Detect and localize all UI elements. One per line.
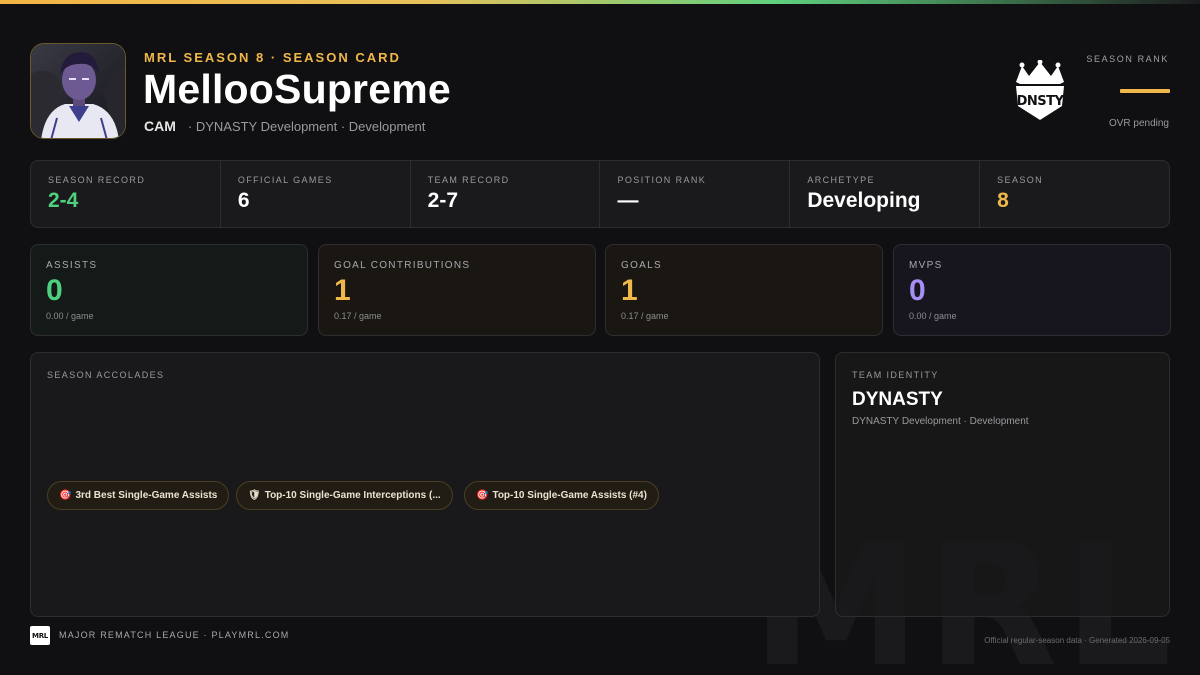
info-label: TEAM RECORD — [427, 175, 510, 185]
target-icon: 🎯 — [59, 490, 72, 501]
info-label: ARCHETYPE — [807, 175, 875, 185]
info-value: 2-4 — [48, 189, 79, 212]
team-name: DYNASTY — [852, 389, 943, 410]
stat-rate: 0.17 / game — [621, 311, 669, 321]
stat-value: 1 — [334, 274, 351, 307]
shield-icon: 🛡 — [248, 490, 261, 501]
accolade-text: Top-10 Single-Game Interceptions (... — [264, 490, 441, 501]
info-season: SEASON 8 — [980, 161, 1169, 227]
player-avatar — [30, 43, 126, 139]
info-team-record: TEAM RECORD 2-7 — [411, 161, 601, 227]
season-rank-note: OVR pending — [1108, 118, 1169, 129]
stat-rate: 0.00 / game — [909, 311, 957, 321]
stat-card-assists: ASSISTS 0 0.00 / game — [30, 244, 308, 336]
info-label: POSITION RANK — [617, 175, 707, 185]
stat-rate: 0.00 / game — [46, 311, 94, 321]
season-card-eyebrow: MRL SEASON 8 · SEASON CARD — [144, 50, 401, 65]
stat-card-goal-contributions: GOAL CONTRIBUTIONS 1 0.17 / game — [318, 244, 596, 336]
accolade-chip: 🛡 Top-10 Single-Game Interceptions (... — [236, 481, 453, 510]
team-identity-label: TEAM IDENTITY — [852, 370, 939, 380]
player-name: MellooSupreme — [143, 66, 451, 112]
player-team-line: · DYNASTY Development · Development — [187, 119, 426, 134]
stat-card-mvps: MVPS 0 0.00 / game — [893, 244, 1171, 336]
stat-rate: 0.17 / game — [334, 311, 382, 321]
accolade-text: 3rd Best Single-Game Assists — [75, 490, 218, 501]
info-value: Developing — [807, 189, 921, 212]
info-value: 6 — [237, 189, 250, 212]
season-rank-placeholder — [1120, 89, 1170, 93]
accent-bar — [0, 0, 1200, 4]
accolades-label: SEASON ACCOLADES — [47, 370, 165, 380]
info-label: OFFICIAL GAMES — [237, 175, 333, 185]
stat-label: GOALS — [621, 260, 662, 271]
info-value: 8 — [997, 189, 1009, 212]
mrl-logo: MRL — [30, 626, 50, 645]
dynasty-crown-logo: DNSTY — [1012, 59, 1068, 122]
team-logo-text: DNSTY — [1017, 94, 1065, 109]
footer-data-note: Official regular-season data · Generated… — [984, 636, 1170, 645]
info-archetype: ARCHETYPE Developing — [790, 161, 981, 227]
stat-card-goals: GOALS 1 0.17 / game — [605, 244, 883, 336]
season-info-strip: SEASON RECORD 2-4 OFFICIAL GAMES 6 TEAM … — [30, 160, 1170, 228]
stat-value: 0 — [909, 274, 926, 307]
accolade-chip: 🎯 Top-10 Single-Game Assists (#4) — [464, 481, 659, 510]
info-season-record: SEASON RECORD 2-4 — [31, 161, 221, 227]
accolade-chip: 🎯 3rd Best Single-Game Assists — [47, 481, 230, 510]
info-official-games: OFFICIAL GAMES 6 — [221, 161, 411, 227]
info-label: SEASON RECORD — [48, 175, 146, 185]
player-position: CAM — [144, 118, 176, 134]
stat-value: 0 — [46, 274, 63, 307]
target-icon: 🎯 — [476, 490, 489, 501]
stat-value: 1 — [621, 274, 638, 307]
stat-label: MVPS — [909, 260, 943, 271]
season-rank-label: SEASON RANK — [1086, 54, 1169, 64]
footer-league-text: MAJOR REMATCH LEAGUE · PLAYMRL.COM — [59, 630, 290, 640]
accolade-text: Top-10 Single-Game Assists (#4) — [492, 490, 647, 501]
info-value: 2-7 — [427, 189, 459, 212]
stat-label: ASSISTS — [46, 260, 98, 271]
stat-label: GOAL CONTRIBUTIONS — [334, 260, 471, 271]
player-subtitle: CAM · DYNASTY Development · Development — [144, 118, 425, 134]
info-position-rank: POSITION RANK — — [600, 161, 791, 227]
info-label: SEASON — [997, 175, 1044, 185]
info-value: — — [617, 189, 639, 212]
team-subtitle: DYNASTY Development · Development — [852, 416, 1029, 427]
